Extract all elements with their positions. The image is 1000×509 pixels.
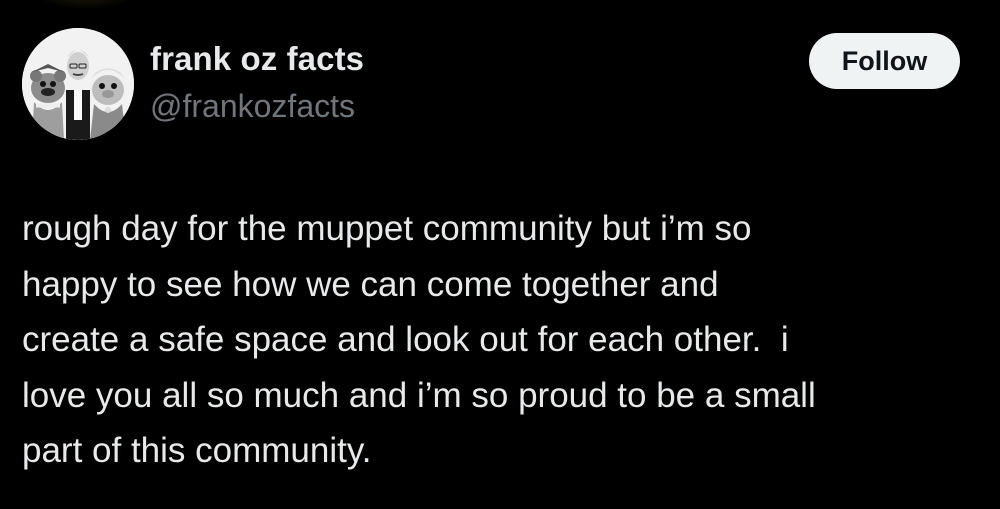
display-name[interactable]: frank oz facts — [150, 40, 364, 78]
follow-button[interactable]: Follow — [809, 33, 960, 89]
tweet-text-line: love you all so much and i’m so proud to… — [22, 375, 816, 415]
tweet-text-line: create a safe space and look out for eac… — [22, 320, 789, 359]
tweet-text-line: happy to see how we can come together an… — [22, 264, 719, 304]
profile-photo-icon — [22, 28, 134, 140]
tweet-text-line: rough day for the muppet community but i… — [22, 209, 752, 248]
tweet-card: frank oz facts @frankozfacts Follow roug… — [0, 0, 1000, 509]
decorative-glow — [30, 0, 140, 10]
avatar[interactable] — [22, 28, 134, 140]
tweet-text: rough day for the muppet community but i… — [22, 201, 982, 479]
tweet-text-line: part of this community. — [22, 431, 372, 470]
user-handle[interactable]: @frankozfacts — [150, 88, 355, 125]
